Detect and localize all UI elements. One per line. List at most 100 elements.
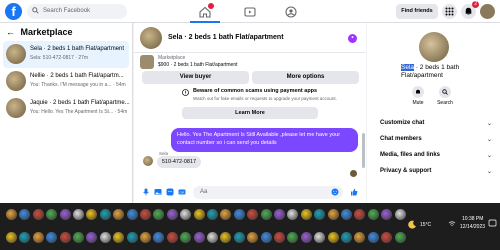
taskbar-app-icon[interactable]	[32, 232, 44, 243]
taskbar-app-icon[interactable]	[327, 232, 339, 243]
conversation-item-sela[interactable]: Sela · 2 beds 1 bath Flat/apartment Sela…	[3, 41, 129, 68]
taskbar-app-icon[interactable]	[86, 232, 98, 243]
taskbar-app-icon[interactable]	[19, 209, 31, 220]
watch-icon[interactable]	[244, 5, 256, 17]
search-facebook-input[interactable]: Search Facebook	[27, 4, 127, 19]
taskbar-app-icon[interactable]	[59, 209, 71, 220]
section-chat-members[interactable]: Chat members ⌄	[380, 136, 492, 143]
taskbar-app-icon[interactable]	[46, 232, 58, 243]
taskbar-app-icon[interactable]	[99, 232, 111, 243]
taskbar-app-icon[interactable]	[233, 209, 245, 220]
taskbar-app-icon[interactable]	[6, 232, 17, 243]
taskbar-app-icon[interactable]	[341, 232, 352, 243]
taskbar-app-icon[interactable]	[32, 209, 44, 220]
taskbar-app-icon[interactable]	[260, 232, 272, 243]
clock-date[interactable]: 12/14/2023	[460, 224, 485, 230]
profile-avatar[interactable]	[419, 32, 449, 62]
emoji-icon[interactable]	[331, 188, 339, 196]
taskbar-app-icon[interactable]	[140, 232, 151, 243]
taskbar-app-icon[interactable]	[73, 232, 84, 243]
taskbar-app-icon[interactable]	[180, 232, 192, 243]
microphone-icon[interactable]	[142, 188, 150, 196]
taskbar-app-icon[interactable]	[354, 209, 366, 220]
notification-center-icon[interactable]	[488, 219, 497, 228]
taskbar-app-icon[interactable]	[247, 232, 259, 243]
taskbar-app-icon[interactable]	[99, 209, 111, 220]
clock-time[interactable]: 10:38 PM	[462, 216, 483, 222]
groups-icon[interactable]	[285, 5, 297, 18]
taskbar-app-icon[interactable]	[220, 232, 232, 243]
taskbar-app-icon[interactable]	[341, 209, 352, 220]
message-input[interactable]: Aa	[193, 186, 343, 199]
info-icon[interactable]: •	[348, 34, 357, 43]
account-avatar[interactable]	[480, 4, 495, 19]
temperature[interactable]: 15°C	[420, 222, 431, 228]
section-privacy-support[interactable]: Privacy & support ⌄	[380, 168, 492, 175]
search-in-conversation-button[interactable]: Search	[431, 86, 459, 106]
taskbar-app-icon[interactable]	[153, 209, 165, 220]
taskbar-app-icon[interactable]	[73, 209, 84, 220]
taskbar-app-icon[interactable]	[86, 209, 98, 220]
listing-text[interactable]: $900 · 2 beds 1 bath Flat/apartment	[158, 62, 238, 68]
notifications-button[interactable]: 2	[461, 1, 479, 19]
home-icon[interactable]	[199, 3, 214, 18]
taskbar-app-icon[interactable]	[354, 232, 366, 243]
taskbar-app-icon[interactable]	[394, 209, 406, 220]
image-icon[interactable]	[154, 188, 162, 196]
facebook-logo[interactable]: f	[5, 3, 22, 20]
gif-icon[interactable]: GIF	[178, 188, 186, 196]
taskbar-app-icon[interactable]	[126, 209, 138, 220]
taskbar-app-icon[interactable]	[367, 232, 379, 243]
taskbar-app-icon[interactable]	[166, 209, 178, 220]
menu-button[interactable]	[442, 4, 457, 19]
taskbar-app-icon[interactable]	[233, 232, 245, 243]
taskbar-app-icon[interactable]	[193, 232, 205, 243]
chat-scrollbar[interactable]	[362, 133, 365, 168]
taskbar-app-icon[interactable]	[193, 209, 205, 220]
chat-avatar[interactable]	[140, 27, 162, 49]
wifi-icon[interactable]	[448, 220, 456, 228]
taskbar-app-icon[interactable]	[274, 232, 285, 243]
mute-button[interactable]: Mute	[404, 86, 432, 106]
taskbar-app-icon[interactable]	[394, 232, 406, 243]
like-icon[interactable]	[350, 188, 358, 196]
taskbar-app-icon[interactable]	[314, 209, 326, 220]
back-arrow-icon[interactable]: ←	[6, 23, 18, 41]
conversation-item-nellie[interactable]: Nellie · 2 beds 1 bath Flat/apartm... Yo…	[3, 68, 129, 95]
taskbar-app-icon[interactable]	[327, 209, 339, 220]
listing-thumbnail[interactable]	[140, 55, 154, 69]
learn-more-button[interactable]: Learn More	[182, 107, 318, 119]
section-customize-chat[interactable]: Customize chat ⌄	[380, 120, 492, 127]
taskbar-app-icon[interactable]	[287, 209, 299, 220]
taskbar-app-icon[interactable]	[381, 209, 393, 220]
taskbar-app-icon[interactable]	[300, 209, 312, 220]
taskbar-app-icon[interactable]	[46, 209, 58, 220]
taskbar-app-icon[interactable]	[113, 209, 125, 220]
sticker-icon[interactable]	[166, 188, 174, 196]
taskbar-app-icon[interactable]	[153, 232, 165, 243]
taskbar-app-icon[interactable]	[287, 232, 299, 243]
sender-avatar[interactable]	[143, 156, 153, 166]
taskbar-app-icon[interactable]	[166, 232, 178, 243]
taskbar-app-icon[interactable]	[220, 209, 232, 220]
taskbar-app-icon[interactable]	[367, 209, 379, 220]
taskbar-app-icon[interactable]	[6, 209, 17, 220]
taskbar-app-icon[interactable]	[381, 232, 393, 243]
taskbar-app-icon[interactable]	[314, 232, 326, 243]
taskbar-app-icon[interactable]	[140, 209, 151, 220]
taskbar-app-icon[interactable]	[247, 209, 259, 220]
find-friends-button[interactable]: Find friends	[396, 4, 438, 19]
more-options-button[interactable]: More options	[252, 71, 359, 84]
section-media-files-links[interactable]: Media, files and links ⌄	[380, 152, 492, 159]
taskbar-app-icon[interactable]	[126, 232, 138, 243]
taskbar-app-icon[interactable]	[180, 209, 192, 220]
taskbar-app-icon[interactable]	[113, 232, 125, 243]
taskbar-app-icon[interactable]	[207, 209, 218, 220]
taskbar-app-icon[interactable]	[260, 209, 272, 220]
taskbar-app-icon[interactable]	[19, 232, 31, 243]
taskbar-app-icon[interactable]	[274, 209, 285, 220]
view-buyer-button[interactable]: View buyer	[142, 71, 249, 84]
conversation-item-jaquie[interactable]: Jaquie · 2 beds 1 bath Flat/apartme... Y…	[3, 95, 130, 122]
taskbar-app-icon[interactable]	[59, 232, 71, 243]
taskbar-app-icon[interactable]	[300, 232, 312, 243]
